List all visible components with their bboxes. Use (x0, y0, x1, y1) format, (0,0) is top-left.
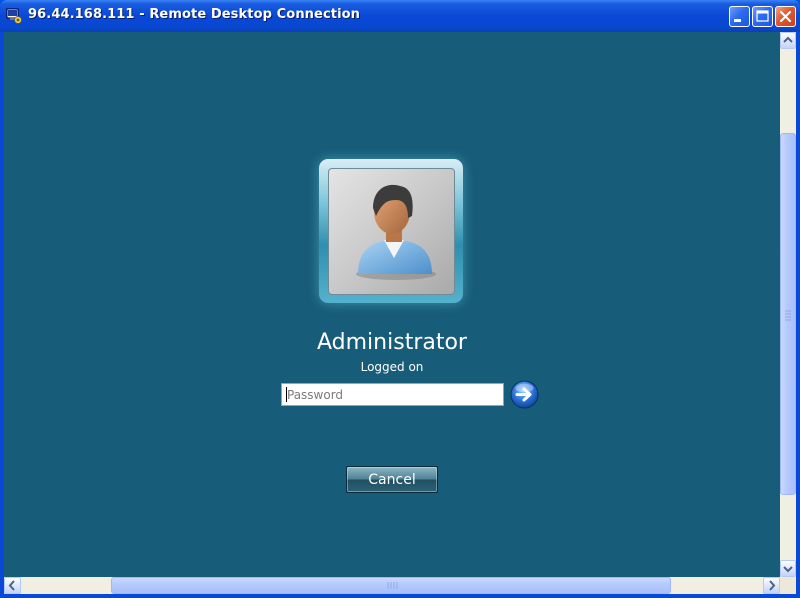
submit-arrow-button[interactable] (510, 380, 539, 409)
user-avatar-icon (356, 184, 436, 280)
window-frame-right (796, 32, 800, 598)
close-button[interactable] (775, 6, 796, 27)
scroll-left-button[interactable] (4, 577, 21, 594)
horizontal-scroll-thumb[interactable] (111, 577, 671, 594)
close-icon (779, 10, 792, 23)
title-bar[interactable]: 96.44.168.111 - Remote Desktop Connectio… (0, 0, 800, 32)
minimize-icon (734, 19, 741, 22)
scroll-down-button[interactable] (780, 560, 796, 577)
remote-desktop-icon[interactable] (6, 8, 22, 24)
minimize-button[interactable] (729, 6, 750, 27)
cancel-button[interactable]: Cancel (346, 466, 438, 493)
chevron-down-icon (783, 566, 793, 573)
scroll-up-button[interactable] (780, 32, 796, 49)
vertical-scroll-thumb[interactable] (780, 133, 796, 495)
remote-desktop-window: 96.44.168.111 - Remote Desktop Connectio… (0, 0, 800, 598)
scroll-right-button[interactable] (763, 577, 780, 594)
maximize-button[interactable] (752, 6, 773, 27)
remote-session-screen (4, 32, 780, 577)
text-caret (286, 387, 287, 402)
password-input[interactable] (281, 383, 504, 406)
chevron-up-icon (783, 36, 793, 43)
session-status-label: Logged on (360, 360, 424, 374)
scrollbar-corner (780, 577, 796, 594)
grip-icon (387, 582, 398, 589)
maximize-icon (756, 10, 769, 22)
chevron-left-icon (8, 580, 15, 591)
vertical-scrollbar[interactable] (780, 32, 796, 577)
username-label: Administrator (317, 330, 467, 355)
grip-icon (785, 310, 791, 321)
window-title: 96.44.168.111 - Remote Desktop Connectio… (28, 7, 361, 22)
horizontal-scrollbar[interactable] (4, 577, 780, 594)
chevron-right-icon (769, 580, 776, 591)
